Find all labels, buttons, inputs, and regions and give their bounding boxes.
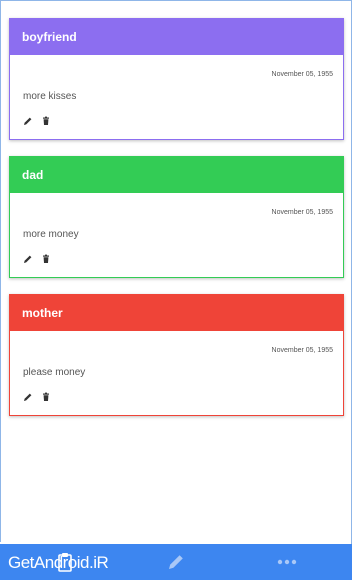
note-actions (23, 392, 51, 402)
note-title: mother (22, 305, 63, 320)
note-card-header[interactable]: dad (9, 156, 344, 193)
note-date: November 05, 1955 (271, 209, 333, 216)
note-date: November 05, 1955 (271, 347, 333, 354)
trash-icon[interactable] (41, 392, 51, 402)
trash-icon[interactable] (41, 116, 51, 126)
pencil-icon[interactable] (23, 392, 33, 402)
pencil-icon[interactable] (165, 552, 187, 572)
note-card-body: November 05, 1955 more kisses (9, 55, 344, 140)
note-card-body: November 05, 1955 please money (9, 331, 344, 416)
note-actions (23, 254, 51, 264)
note-text: more kisses (23, 91, 77, 102)
note-title: dad (22, 167, 44, 182)
note-title: boyfriend (22, 29, 77, 44)
note-card: dad November 05, 1955 more money (9, 156, 344, 278)
note-text: more money (23, 229, 79, 240)
bottom-navigation-bar: GetAndroid.iR (0, 544, 352, 580)
note-card: mother November 05, 1955 please money (9, 294, 344, 416)
note-card-header[interactable]: mother (9, 294, 344, 331)
note-card-body: November 05, 1955 more money (9, 193, 344, 278)
note-card: boyfriend November 05, 1955 more kisses (9, 18, 344, 140)
note-date: November 05, 1955 (271, 71, 333, 78)
app-screen: boyfriend November 05, 1955 more kisses … (0, 0, 352, 580)
trash-icon[interactable] (41, 254, 51, 264)
watermark-text: GetAndroid.iR (8, 553, 109, 572)
note-actions (23, 116, 51, 126)
pencil-icon[interactable] (23, 116, 33, 126)
more-dots-icon[interactable] (276, 552, 298, 572)
note-card-header[interactable]: boyfriend (9, 18, 344, 55)
pencil-icon[interactable] (23, 254, 33, 264)
note-text: please money (23, 367, 86, 378)
